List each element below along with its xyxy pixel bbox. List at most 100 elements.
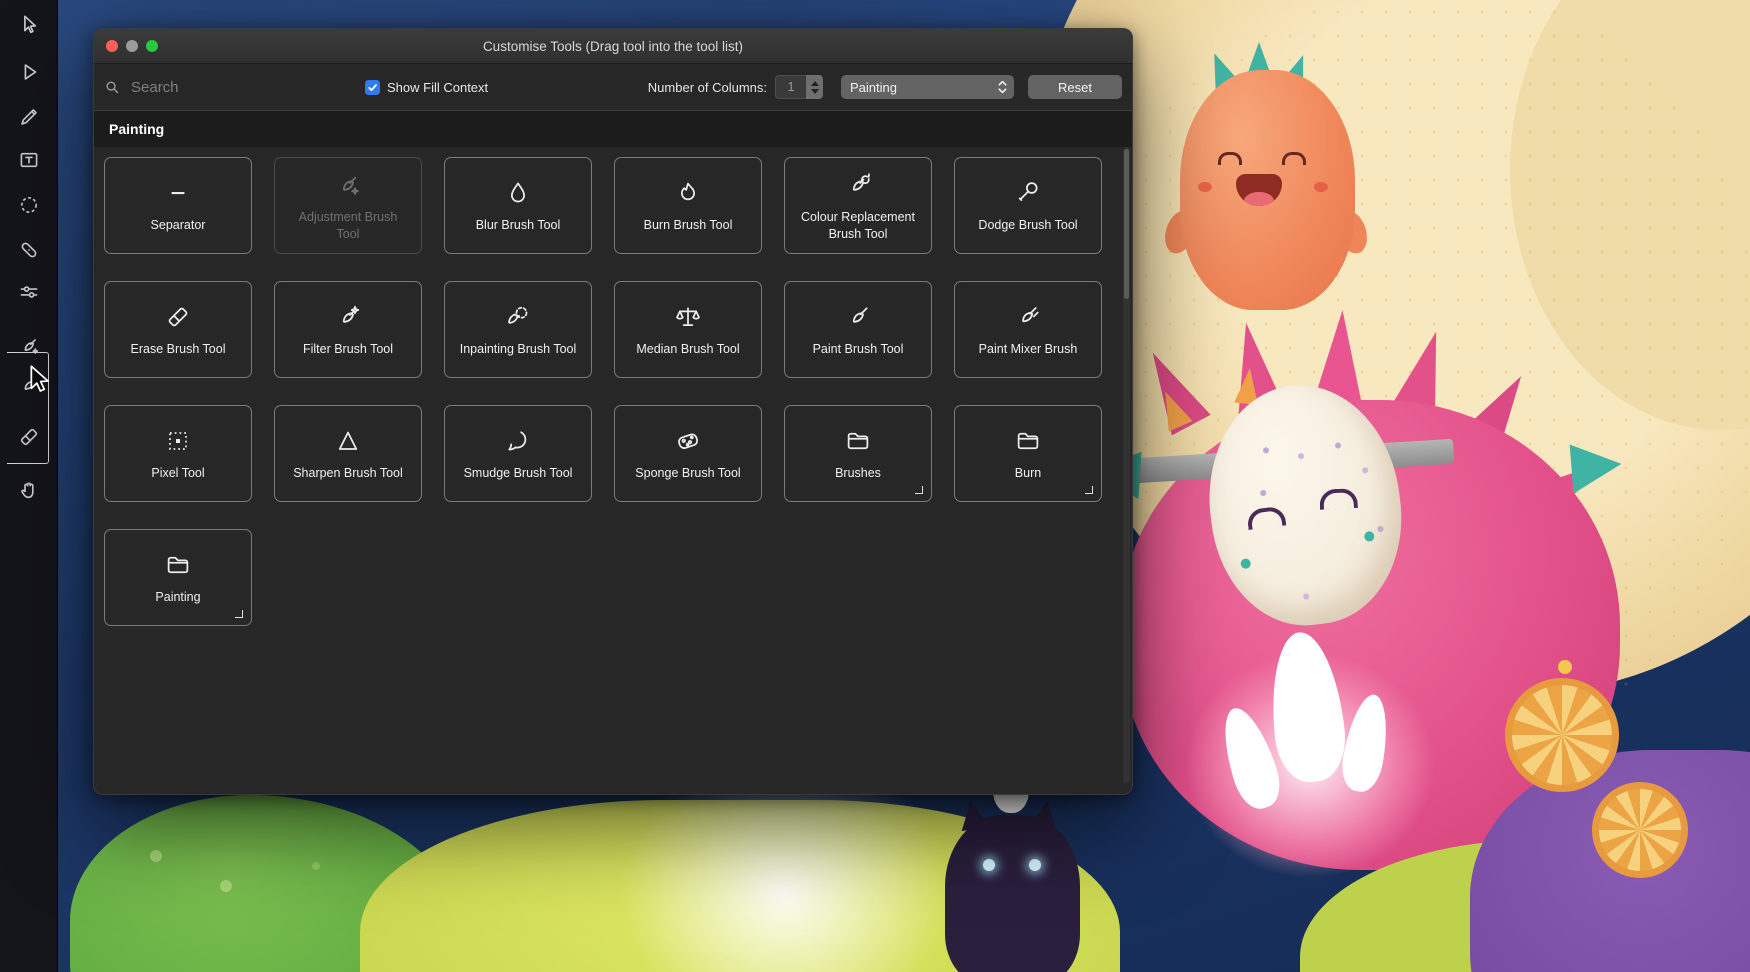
- tool-cell-burn-brush[interactable]: Burn Brush Tool: [614, 157, 762, 254]
- inpainting-brush-icon: [503, 301, 533, 333]
- green-blob-dots: [150, 850, 162, 862]
- tool-label: Median Brush Tool: [636, 341, 739, 357]
- adjustment-brush-icon: [333, 169, 363, 201]
- window-controls: [106, 40, 158, 52]
- folder-icon: [1013, 425, 1043, 457]
- creature-body: [945, 815, 1080, 972]
- paint-brush-icon: [843, 301, 873, 333]
- group-corner-mark: [235, 610, 243, 618]
- tool-cell-smudge-brush[interactable]: Smudge Brush Tool: [444, 405, 592, 502]
- tool-cell-erase-brush[interactable]: Erase Brush Tool: [104, 281, 252, 378]
- toolbar-adjustment-tool[interactable]: [0, 271, 57, 313]
- show-fill-context-label: Show Fill Context: [387, 80, 488, 95]
- tool-cell-sharpen-brush[interactable]: Sharpen Brush Tool: [274, 405, 422, 502]
- minimise-button[interactable]: [126, 40, 138, 52]
- pink-flames: [1150, 620, 1470, 910]
- smudge-icon: [503, 425, 533, 457]
- search-input[interactable]: [129, 78, 323, 97]
- tool-label: Burn Brush Tool: [644, 217, 733, 233]
- category-dropdown-value: Painting: [850, 80, 997, 95]
- pixel-icon: [163, 425, 193, 457]
- orange-creature: [1180, 70, 1355, 310]
- move-tool-icon: [16, 59, 42, 85]
- checkbox-checked-icon[interactable]: [365, 80, 380, 95]
- tool-cell-painting-group[interactable]: Painting: [104, 529, 252, 626]
- mouse-cursor: [24, 362, 56, 396]
- pointer-tool-icon: [16, 12, 42, 38]
- tool-label: Separator: [151, 217, 206, 233]
- number-of-columns-label: Number of Columns:: [648, 80, 767, 95]
- toolbar-selection-brush-tool[interactable]: [0, 184, 57, 226]
- tool-label: Colour Replacement Brush Tool: [799, 209, 917, 242]
- tool-cell-median-brush[interactable]: Median Brush Tool: [614, 281, 762, 378]
- dialog-toolbar: Show Fill Context Number of Columns: 1 P…: [94, 64, 1132, 110]
- sponge-icon: [673, 425, 703, 457]
- tool-cell-paint-brush[interactable]: Paint Brush Tool: [784, 281, 932, 378]
- tool-label: Filter Brush Tool: [303, 341, 393, 357]
- tool-cell-paint-mixer-brush[interactable]: Paint Mixer Brush: [954, 281, 1102, 378]
- folder-icon: [843, 425, 873, 457]
- tool-label: Sponge Brush Tool: [635, 465, 740, 481]
- stepper-up-icon[interactable]: [811, 81, 819, 86]
- tool-cell-burn-group[interactable]: Burn: [954, 405, 1102, 502]
- pen-tool-icon: [16, 104, 42, 130]
- toolbar-move-tool[interactable]: [0, 51, 57, 93]
- tool-cell-separator[interactable]: Separator: [104, 157, 252, 254]
- tool-cell-filter-brush[interactable]: Filter Brush Tool: [274, 281, 422, 378]
- app-toolbar: [0, 0, 58, 972]
- tool-label: Inpainting Brush Tool: [460, 341, 577, 357]
- toolbar-healing-brush-tool[interactable]: [0, 229, 57, 271]
- tool-label: Burn: [1015, 465, 1041, 481]
- scales-icon: [673, 301, 703, 333]
- toolbar-hand-tool[interactable]: [0, 469, 57, 511]
- show-fill-context-toggle[interactable]: Show Fill Context: [365, 80, 488, 95]
- toolbar-pointer-tool[interactable]: [0, 4, 57, 46]
- tool-cell-dodge-brush[interactable]: Dodge Brush Tool: [954, 157, 1102, 254]
- creature-eye: [1282, 152, 1306, 165]
- toolbar-pen-tool[interactable]: [0, 96, 57, 138]
- tool-cell-brushes-group[interactable]: Brushes: [784, 405, 932, 502]
- stepper-buttons[interactable]: [806, 75, 823, 99]
- creature-blush: [1314, 182, 1328, 192]
- tool-label: Paint Brush Tool: [813, 341, 904, 357]
- category-dropdown[interactable]: Painting: [841, 75, 1014, 99]
- tool-label: Blur Brush Tool: [476, 217, 561, 233]
- monster-eye: [1319, 488, 1358, 510]
- separator-icon: [163, 177, 193, 209]
- stepper-down-icon[interactable]: [811, 89, 819, 94]
- tool-label: Brushes: [835, 465, 881, 481]
- scrollbar-thumb[interactable]: [1124, 149, 1129, 299]
- tool-cell-inpainting-brush[interactable]: Inpainting Brush Tool: [444, 281, 592, 378]
- flame-icon: [673, 177, 703, 209]
- search-field[interactable]: [104, 78, 359, 97]
- tool-cell-adjustment-brush: Adjustment Brush Tool: [274, 157, 422, 254]
- cheek-dot: [1364, 531, 1375, 542]
- tool-cell-blur-brush[interactable]: Blur Brush Tool: [444, 157, 592, 254]
- folder-icon: [163, 549, 193, 581]
- toolbar-frame-text-tool[interactable]: [0, 139, 57, 181]
- tool-label: Smudge Brush Tool: [464, 465, 573, 481]
- section-title: Painting: [109, 121, 164, 137]
- scrollbar[interactable]: [1123, 147, 1130, 783]
- tool-cell-colour-replacement-brush[interactable]: Colour Replacement Brush Tool: [784, 157, 932, 254]
- tool-cell-pixel[interactable]: Pixel Tool: [104, 405, 252, 502]
- paint-mixer-brush-icon: [1013, 301, 1043, 333]
- yellow-dots: [1558, 660, 1572, 674]
- creature-blush: [1198, 182, 1212, 192]
- tool-label: Pixel Tool: [151, 465, 204, 481]
- section-header: Painting: [94, 110, 1132, 147]
- selection-brush-tool-icon: [16, 192, 42, 218]
- zoom-button[interactable]: [146, 40, 158, 52]
- filter-brush-icon: [333, 301, 363, 333]
- group-corner-mark: [915, 486, 923, 494]
- close-button[interactable]: [106, 40, 118, 52]
- tool-label: Painting: [155, 589, 200, 605]
- tool-label: Erase Brush Tool: [131, 341, 226, 357]
- titlebar[interactable]: Customise Tools (Drag tool into the tool…: [94, 29, 1132, 64]
- reset-button[interactable]: Reset: [1028, 75, 1122, 99]
- triangle-icon: [333, 425, 363, 457]
- tool-cell-sponge-brush[interactable]: Sponge Brush Tool: [614, 405, 762, 502]
- window-title: Customise Tools (Drag tool into the tool…: [94, 39, 1132, 54]
- screen: Customise Tools (Drag tool into the tool…: [0, 0, 1750, 972]
- colour-replacement-brush-icon: [843, 169, 873, 201]
